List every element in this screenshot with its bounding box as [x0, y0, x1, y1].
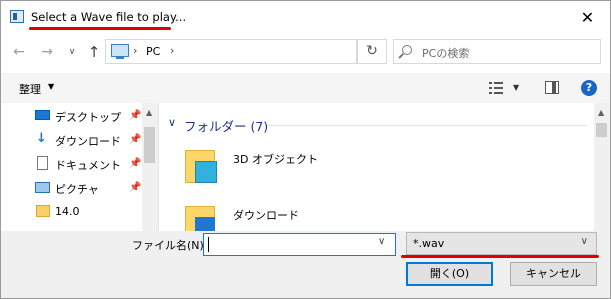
preview-pane-icon[interactable]: [545, 81, 559, 94]
open-button[interactable]: 開く(O): [406, 262, 493, 286]
dialog-footer: ファイル名(N): ∨ *.wav ∨ 開く(O) キャンセル: [1, 231, 610, 298]
scroll-up-arrow-icon[interactable]: ▲: [598, 108, 604, 117]
download-icon: ↓: [36, 131, 47, 146]
close-button[interactable]: ✕: [565, 1, 610, 33]
sidebar-item-label: ピクチャ: [55, 183, 99, 196]
group-collapse-chevron-icon[interactable]: ∨: [168, 116, 176, 129]
help-icon[interactable]: ?: [581, 80, 597, 96]
command-toolbar: 整理 ▼ ▼ ?: [1, 73, 610, 103]
filename-label: ファイル名(N):: [132, 239, 208, 252]
sidebar-item-label: デスクトップ: [55, 111, 121, 124]
file-type-value: *.wav: [413, 237, 445, 250]
filename-input[interactable]: ∨: [203, 233, 396, 256]
folder-icon: [36, 205, 50, 217]
breadcrumb-separator-icon[interactable]: ›: [133, 44, 137, 57]
address-bar[interactable]: › PC ›: [105, 39, 357, 64]
folder-item-3d-objects[interactable]: 3D オブジェクト: [185, 147, 385, 197]
search-placeholder: PCの検索: [422, 47, 470, 60]
pin-icon: 📌: [129, 182, 142, 193]
sidebar-item-label: ダウンロード: [55, 135, 121, 148]
sidebar-item-desktop[interactable]: デスクトップ 📌: [33, 105, 153, 127]
up-arrow-icon[interactable]: ↑: [85, 43, 103, 61]
file-list-pane: ∨ フォルダー (7) 3D オブジェクト ダウンロード ▲: [159, 103, 610, 239]
file-type-select[interactable]: *.wav ∨: [406, 232, 597, 255]
pin-icon: 📌: [129, 158, 142, 169]
title-bar: Select a Wave file to play... ✕: [1, 1, 610, 33]
recent-locations-chevron-icon[interactable]: ∨: [63, 43, 81, 61]
scroll-up-arrow-icon[interactable]: ▲: [146, 108, 152, 117]
document-icon: [37, 156, 48, 170]
sidebar-item-14-0[interactable]: 14.0: [33, 201, 153, 223]
organize-caret-icon[interactable]: ▼: [48, 82, 54, 91]
group-header-folders[interactable]: フォルダー (7): [184, 116, 268, 135]
computer-icon: [111, 44, 129, 59]
window-title: Select a Wave file to play...: [31, 10, 187, 24]
desktop-icon: [35, 110, 50, 120]
navigation-pane: デスクトップ 📌 ↓ ダウンロード 📌 ドキュメント 📌 ピクチャ 📌 14.0…: [1, 103, 159, 231]
group-divider: [267, 125, 587, 126]
sidebar-scrollbar[interactable]: ▲: [142, 103, 158, 231]
organize-button[interactable]: 整理: [19, 81, 41, 97]
sidebar-item-pictures[interactable]: ピクチャ 📌: [33, 177, 153, 199]
breadcrumb-separator-icon[interactable]: ›: [170, 44, 174, 57]
refresh-icon[interactable]: ↻: [357, 39, 387, 64]
view-options-caret-icon[interactable]: ▼: [513, 83, 519, 92]
sidebar-item-documents[interactable]: ドキュメント 📌: [33, 153, 153, 175]
scrollbar-thumb[interactable]: [596, 123, 607, 137]
file-open-dialog: Select a Wave file to play... ✕ ← → ∨ ↑ …: [0, 0, 611, 299]
filename-history-chevron-icon[interactable]: ∨: [378, 236, 385, 247]
forward-arrow-icon[interactable]: →: [38, 43, 56, 61]
title-annotation-underline: [29, 27, 171, 30]
sidebar-item-label: 14.0: [55, 205, 80, 218]
3d-objects-folder-icon: [185, 147, 217, 183]
navigation-bar: ← → ∨ ↑ › PC › ↻ PCの検索: [1, 33, 610, 73]
file-list-scrollbar[interactable]: ▲: [594, 103, 610, 231]
scrollbar-thumb[interactable]: [144, 127, 155, 163]
app-icon: [10, 10, 24, 23]
view-options-icon[interactable]: [489, 81, 503, 95]
pin-icon: 📌: [129, 134, 142, 145]
text-caret: [208, 237, 209, 252]
folder-item-label: ダウンロード: [233, 209, 299, 222]
chevron-down-icon[interactable]: ∨: [581, 236, 588, 247]
search-icon: [402, 45, 412, 55]
picture-icon: [35, 182, 50, 193]
back-arrow-icon[interactable]: ←: [10, 43, 28, 61]
sidebar-item-label: ドキュメント: [55, 159, 121, 172]
sidebar-item-downloads[interactable]: ↓ ダウンロード 📌: [33, 129, 153, 151]
cancel-button[interactable]: キャンセル: [510, 262, 597, 286]
folder-item-label: 3D オブジェクト: [233, 153, 318, 166]
search-input[interactable]: PCの検索: [393, 39, 601, 64]
breadcrumb-pc[interactable]: PC: [146, 45, 160, 58]
file-type-annotation-underline: [401, 255, 599, 258]
pin-icon: 📌: [129, 110, 142, 121]
